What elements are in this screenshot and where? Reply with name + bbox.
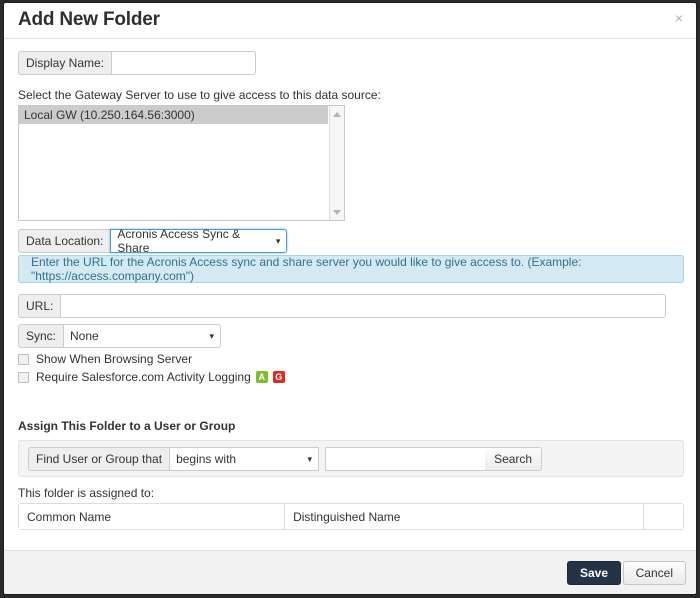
data-location-label: Data Location: — [18, 229, 111, 253]
table-header-row: Common Name Distinguished Name — [19, 504, 683, 529]
chevron-down-icon: ▾ — [275, 235, 281, 246]
column-header-actions — [643, 504, 683, 529]
match-type-value: begins with — [176, 452, 237, 466]
close-icon[interactable]: × — [672, 11, 686, 25]
display-name-label: Display Name: — [18, 51, 112, 75]
dialog-body: Display Name: Select the Gateway Server … — [4, 39, 696, 550]
add-new-folder-dialog: Add New Folder × Display Name: Select th… — [3, 2, 697, 595]
checkbox-show-when-browsing[interactable] — [18, 353, 29, 365]
save-button[interactable]: Save — [566, 561, 621, 585]
checkbox-label: Require Salesforce.com Activity Logging — [36, 370, 251, 384]
search-button[interactable]: Search — [485, 447, 543, 471]
list-item[interactable]: Local GW (10.250.164.56:3000) — [19, 106, 328, 124]
cancel-button[interactable]: Cancel — [622, 561, 686, 585]
find-user-label: Find User or Group that — [28, 447, 170, 471]
assigned-to-heading: This folder is assigned to: — [18, 486, 155, 500]
url-group: URL: — [18, 294, 666, 318]
sync-value: None — [70, 329, 99, 343]
display-name-group: Display Name: — [18, 51, 256, 75]
info-banner-text: Enter the URL for the Acronis Access syn… — [31, 255, 582, 283]
page-title: Add New Folder — [18, 9, 160, 30]
match-type-select[interactable]: begins with ▾ — [169, 447, 320, 471]
display-name-input[interactable] — [111, 51, 256, 75]
assign-heading: Assign This Folder to a User or Group — [18, 419, 236, 433]
column-header-common-name[interactable]: Common Name — [19, 504, 286, 529]
info-banner: Enter the URL for the Acronis Access syn… — [18, 255, 684, 283]
url-input[interactable] — [60, 294, 666, 318]
column-header-distinguished-name[interactable]: Distinguished Name — [284, 504, 644, 529]
sync-group: Sync: None ▾ — [18, 324, 222, 348]
checkbox-row-salesforce-logging[interactable]: Require Salesforce.com Activity Logging … — [18, 370, 285, 384]
data-location-group: Data Location: Acronis Access Sync & Sha… — [18, 227, 288, 255]
dialog-footer: Save Cancel — [4, 550, 696, 594]
badge-g-icon: G — [272, 371, 285, 383]
badge-a-icon: A — [255, 371, 268, 383]
search-input[interactable] — [325, 447, 486, 471]
scroll-down-icon[interactable] — [330, 205, 344, 219]
url-label: URL: — [18, 294, 61, 318]
checkbox-salesforce-logging[interactable] — [18, 371, 29, 383]
sync-select[interactable]: None ▾ — [63, 324, 222, 348]
chevron-down-icon: ▾ — [307, 453, 313, 464]
scroll-up-icon[interactable] — [330, 107, 344, 121]
data-location-select[interactable]: Acronis Access Sync & Share ▾ — [110, 227, 288, 255]
dialog-header: Add New Folder × — [4, 3, 696, 39]
data-location-value: Acronis Access Sync & Share — [117, 227, 241, 255]
find-user-panel: Find User or Group that begins with ▾ Se… — [18, 440, 684, 477]
checkbox-row-show-when-browsing[interactable]: Show When Browsing Server — [18, 352, 192, 366]
assigned-users-table: Common Name Distinguished Name — [18, 503, 684, 530]
sync-label: Sync: — [18, 324, 64, 348]
gateway-instruction: Select the Gateway Server to use to give… — [18, 88, 381, 102]
find-user-group: Find User or Group that begins with ▾ Se… — [28, 447, 543, 471]
gateway-listbox-scrollbar[interactable] — [329, 106, 344, 220]
checkbox-label: Show When Browsing Server — [36, 352, 193, 366]
gateway-server-listbox[interactable]: Local GW (10.250.164.56:3000) — [18, 105, 345, 221]
chevron-down-icon: ▾ — [209, 330, 215, 341]
